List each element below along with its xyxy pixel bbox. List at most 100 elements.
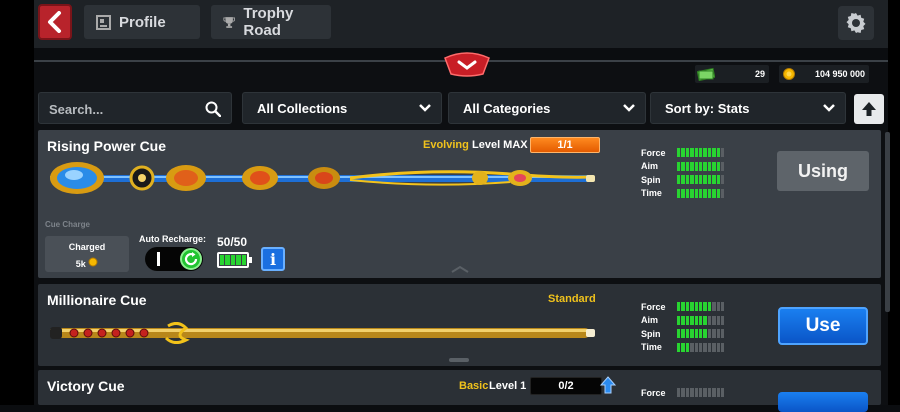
stat-bar xyxy=(677,161,725,171)
settings-button[interactable] xyxy=(838,6,874,40)
charged-amount: 5k xyxy=(75,259,86,269)
stat-row-force: Force xyxy=(641,300,741,314)
list-scrollbar[interactable] xyxy=(885,132,890,312)
cue-name: Millionaire Cue xyxy=(47,292,147,308)
tab-trophy-road[interactable]: Trophy Road xyxy=(211,5,331,39)
stat-row-time: Time xyxy=(641,187,741,201)
cue-stats: Force Aim Spin Time xyxy=(641,146,741,200)
tab-profile[interactable]: Profile xyxy=(84,5,200,39)
collections-dropdown-value: All Collections xyxy=(257,100,348,116)
stat-row-time: Time xyxy=(641,341,741,355)
coins-counter: 104 950 000 xyxy=(779,65,869,83)
cue-progress-value: 1/1 xyxy=(557,139,573,151)
toggle-knob xyxy=(180,248,202,270)
game-screen: Profile Trophy Road 29 104 950 000 All C… xyxy=(0,0,900,412)
stat-row-spin: Spin xyxy=(641,173,741,187)
gear-icon xyxy=(846,13,866,33)
tab-trophy-label: Trophy Road xyxy=(243,5,294,39)
stat-bar xyxy=(677,329,725,339)
cue-card-rising-power[interactable]: Rising Power Cue Evolving Level MAX 1/1 xyxy=(38,130,881,278)
cue-progress-pill: 1/1 xyxy=(530,137,600,153)
stat-row-force: Force xyxy=(641,146,741,160)
back-arrow-icon xyxy=(48,11,61,33)
coin-icon xyxy=(783,68,795,80)
profile-icon xyxy=(96,14,111,30)
cue-rarity: Evolving xyxy=(423,139,469,151)
stat-label: Time xyxy=(641,188,662,199)
cue-level: Level 1 xyxy=(489,380,527,392)
stat-label: Spin xyxy=(641,328,661,339)
info-button[interactable]: i xyxy=(261,247,285,271)
search-input[interactable] xyxy=(49,99,199,119)
refresh-icon xyxy=(184,252,198,266)
coins-value: 104 950 000 xyxy=(814,69,865,79)
cue-rarity: Basic xyxy=(459,380,489,392)
stat-label: Spin xyxy=(641,174,661,185)
auto-recharge-label: Auto Recharge: xyxy=(139,234,207,244)
upgrade-arrow-icon xyxy=(600,376,616,394)
charged-title: Charged xyxy=(68,242,106,252)
chevron-down-icon xyxy=(419,104,431,112)
battery-label: 50/50 xyxy=(217,235,248,249)
cash-value: 29 xyxy=(754,69,765,79)
stat-bar xyxy=(677,342,725,352)
cue-stats: Force xyxy=(641,386,741,400)
cue-progress-value: 0/2 xyxy=(558,380,574,392)
sort-dropdown[interactable]: Sort by: Stats xyxy=(650,92,846,124)
stat-bar xyxy=(677,148,725,158)
cash-icon xyxy=(697,67,715,81)
collapse-chevron-icon[interactable] xyxy=(443,52,491,78)
stat-label: Aim xyxy=(641,161,659,172)
cue-name: Rising Power Cue xyxy=(47,138,167,154)
stat-bar xyxy=(677,388,725,398)
cue-rarity: Standard xyxy=(548,293,596,305)
search-box xyxy=(38,92,232,124)
toggle-off-mark xyxy=(157,252,160,266)
tab-profile-label: Profile xyxy=(119,13,166,31)
cue-card-victory[interactable]: Victory Cue Basic Level 1 0/2 Force xyxy=(38,370,881,412)
rising-power-cue-image xyxy=(50,162,595,194)
top-bar: Profile Trophy Road xyxy=(34,0,888,48)
sort-dropdown-value: Sort by: Stats xyxy=(665,100,750,116)
search-icon[interactable] xyxy=(205,101,221,117)
cue-stats: Force Aim Spin Time xyxy=(641,300,741,354)
stat-label: Aim xyxy=(641,315,659,326)
cue-card-millionaire[interactable]: Millionaire Cue Standard Force Aim Spin Tim… xyxy=(38,284,881,366)
stat-bar xyxy=(677,315,725,325)
stat-bar xyxy=(677,188,725,198)
stat-row-force: Force xyxy=(641,386,741,400)
stat-row-aim: Aim xyxy=(641,160,741,174)
back-button[interactable] xyxy=(38,4,72,40)
chevron-down-icon xyxy=(823,104,835,112)
auto-recharge-toggle[interactable] xyxy=(145,247,203,271)
collections-dropdown[interactable]: All Collections xyxy=(242,92,442,124)
charged-status-box: Charged 5k xyxy=(45,236,129,272)
stat-label: Force xyxy=(641,387,666,398)
stat-row-spin: Spin xyxy=(641,327,741,341)
cue-progress-pill: 0/2 xyxy=(530,377,602,395)
expand-up-icon[interactable] xyxy=(449,265,471,273)
cash-counter: 29 xyxy=(695,65,769,83)
categories-dropdown-value: All Categories xyxy=(463,100,551,116)
use-button[interactable]: Use xyxy=(778,307,868,345)
sort-order-button[interactable] xyxy=(854,94,884,124)
stat-label: Force xyxy=(641,301,666,312)
charged-amount-row: 5k xyxy=(45,257,129,269)
cue-level: Level MAX xyxy=(472,139,528,151)
stat-bar xyxy=(677,302,725,312)
categories-dropdown[interactable]: All Categories xyxy=(448,92,646,124)
stat-label: Force xyxy=(641,147,666,158)
screen-bezel-left xyxy=(0,0,34,405)
info-icon: i xyxy=(269,249,277,269)
use-button[interactable] xyxy=(778,392,868,412)
cue-charge-label: Cue Charge xyxy=(45,220,90,229)
using-button[interactable]: Using xyxy=(777,151,869,191)
drag-handle xyxy=(449,358,469,362)
use-button-label: Use xyxy=(805,315,841,336)
trophy-icon xyxy=(223,16,235,28)
stat-label: Time xyxy=(641,342,662,353)
arrow-up-icon xyxy=(862,102,876,116)
stat-row-aim: Aim xyxy=(641,314,741,328)
cue-name: Victory Cue xyxy=(47,378,125,394)
millionaire-cue-image xyxy=(50,322,595,344)
